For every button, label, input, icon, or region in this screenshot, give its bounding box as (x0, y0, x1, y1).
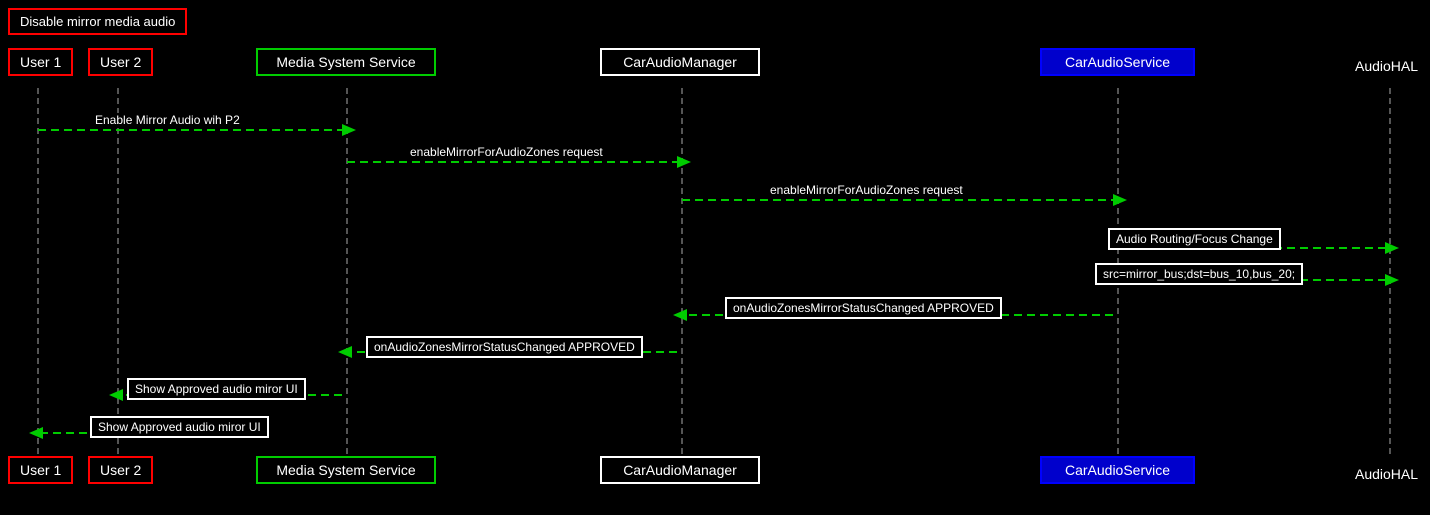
note-src-mirror: src=mirror_bus;dst=bus_10,bus_20; (1095, 263, 1303, 285)
actor-user2-bottom: User 2 (88, 456, 153, 484)
note-approved-2: onAudioZonesMirrorStatusChanged APPROVED (366, 336, 643, 358)
actor-audiohal-bottom: AudioHAL (1355, 466, 1418, 482)
note-approved-1: onAudioZonesMirrorStatusChanged APPROVED (725, 297, 1002, 319)
note-show-approved-2: Show Approved audio miror UI (90, 416, 269, 438)
actor-user1-bottom: User 1 (8, 456, 73, 484)
msg-1-label: Enable Mirror Audio wih P2 (95, 113, 240, 127)
actor-cam-bottom: CarAudioManager (600, 456, 760, 484)
note-audio-routing: Audio Routing/Focus Change (1108, 228, 1281, 250)
note-show-approved-1: Show Approved audio miror UI (127, 378, 306, 400)
sequence-diagram: Disable mirror media audio User 1 User 2… (0, 0, 1430, 515)
msg-3-label: enableMirrorForAudioZones request (770, 183, 963, 197)
actor-media-bottom: Media System Service (256, 456, 436, 484)
msg-2-label: enableMirrorForAudioZones request (410, 145, 603, 159)
actor-cas-bottom: CarAudioService (1040, 456, 1195, 484)
